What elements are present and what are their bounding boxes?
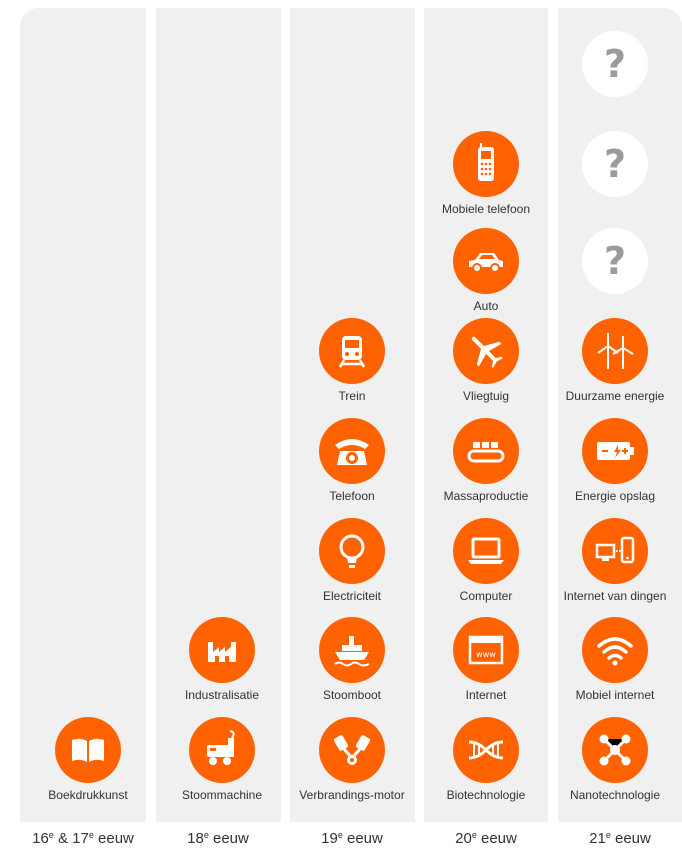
invention-internet: www Internet — [424, 617, 548, 715]
invention-label: Massaproductie — [443, 489, 529, 503]
invention-label: Nanotechnologie — [569, 788, 661, 802]
rotary-phone-icon — [319, 418, 385, 484]
era-label-19th-century: 19e eeuw — [321, 830, 383, 847]
era-label-16th-17th-century: 16e & 17e eeuw — [32, 830, 134, 847]
era-label-21st-century: 21e eeuw — [589, 830, 651, 847]
invention-industrialization: Industralisatie — [160, 617, 284, 715]
invention-label: Auto — [473, 299, 499, 313]
era-label-20th-century: 20e eeuw — [455, 830, 517, 847]
invention-book-printing: Boekdrukkunst — [26, 717, 150, 815]
invention-label: Stoommachine — [181, 788, 263, 802]
question-mark-icon: ? — [582, 228, 648, 294]
mobile-phone-icon — [453, 131, 519, 197]
column-16th-17th-century — [20, 8, 146, 822]
wind-turbine-icon — [582, 318, 648, 384]
invention-label: Mobiele telefoon — [441, 202, 531, 216]
browser-www-icon: www — [453, 617, 519, 683]
invention-label: Duurzame energie — [565, 389, 665, 403]
airplane-icon — [453, 318, 519, 384]
invention-energy-storage: Energie opslag — [553, 418, 677, 516]
invention-label: Biotechnologie — [446, 788, 526, 802]
invention-combustion-engine: Verbrandings-motor — [290, 717, 414, 815]
invention-label: Verbrandings-motor — [299, 788, 405, 802]
invention-sustainable-energy: Duurzame energie — [553, 318, 677, 416]
invention-steam-engine: Stoommachine — [160, 717, 284, 815]
question-mark-icon: ? — [582, 131, 648, 197]
invention-unknown-2: ? — [553, 131, 677, 229]
laptop-icon — [453, 518, 519, 584]
train-icon — [319, 318, 385, 384]
invention-label: Stoomboot — [322, 688, 382, 702]
invention-label: Industralisatie — [184, 688, 260, 702]
car-icon — [453, 228, 519, 294]
wifi-icon — [582, 617, 648, 683]
invention-internet-of-things: Internet van dingen — [553, 518, 677, 616]
invention-label: Vliegtuig — [462, 389, 510, 403]
dna-icon — [453, 717, 519, 783]
invention-label: Internet — [465, 688, 507, 702]
invention-mobile-internet: Mobiel internet — [553, 617, 677, 715]
invention-nanotechnology: Nanotechnologie — [553, 717, 677, 815]
invention-mass-production: Massaproductie — [424, 418, 548, 516]
invention-train: Trein — [290, 318, 414, 416]
devices-connected-icon — [582, 518, 648, 584]
svg-text:www: www — [476, 650, 496, 659]
invention-computer: Computer — [424, 518, 548, 616]
invention-label: Mobiel internet — [575, 688, 655, 702]
question-mark-icon: ? — [582, 31, 648, 97]
invention-label: Computer — [459, 589, 513, 603]
era-label-18th-century: 18e eeuw — [187, 830, 249, 847]
engine-pistons-icon — [319, 717, 385, 783]
invention-unknown-1: ? — [553, 31, 677, 129]
invention-steamboat: Stoomboot — [290, 617, 414, 715]
invention-label: Energie opslag — [574, 489, 656, 503]
steam-engine-icon — [189, 717, 255, 783]
invention-label: Electriciteit — [322, 589, 381, 603]
invention-biotechnology: Biotechnologie — [424, 717, 548, 815]
invention-label: Trein — [338, 389, 366, 403]
invention-mobile-phone: Mobiele telefoon — [424, 131, 548, 229]
invention-electricity: Electriciteit — [290, 518, 414, 616]
invention-airplane: Vliegtuig — [424, 318, 548, 416]
molecule-icon — [582, 717, 648, 783]
factory-icon — [189, 617, 255, 683]
invention-label: Telefoon — [329, 489, 375, 503]
invention-label: Internet van dingen — [563, 589, 667, 603]
invention-telephone: Telefoon — [290, 418, 414, 516]
steamboat-icon — [319, 617, 385, 683]
invention-unknown-3: ? — [553, 228, 677, 326]
battery-icon — [582, 418, 648, 484]
book-icon — [55, 717, 121, 783]
invention-label: Boekdrukkunst — [48, 788, 128, 802]
conveyor-belt-icon — [453, 418, 519, 484]
lightbulb-icon — [319, 518, 385, 584]
invention-car: Auto — [424, 228, 548, 326]
